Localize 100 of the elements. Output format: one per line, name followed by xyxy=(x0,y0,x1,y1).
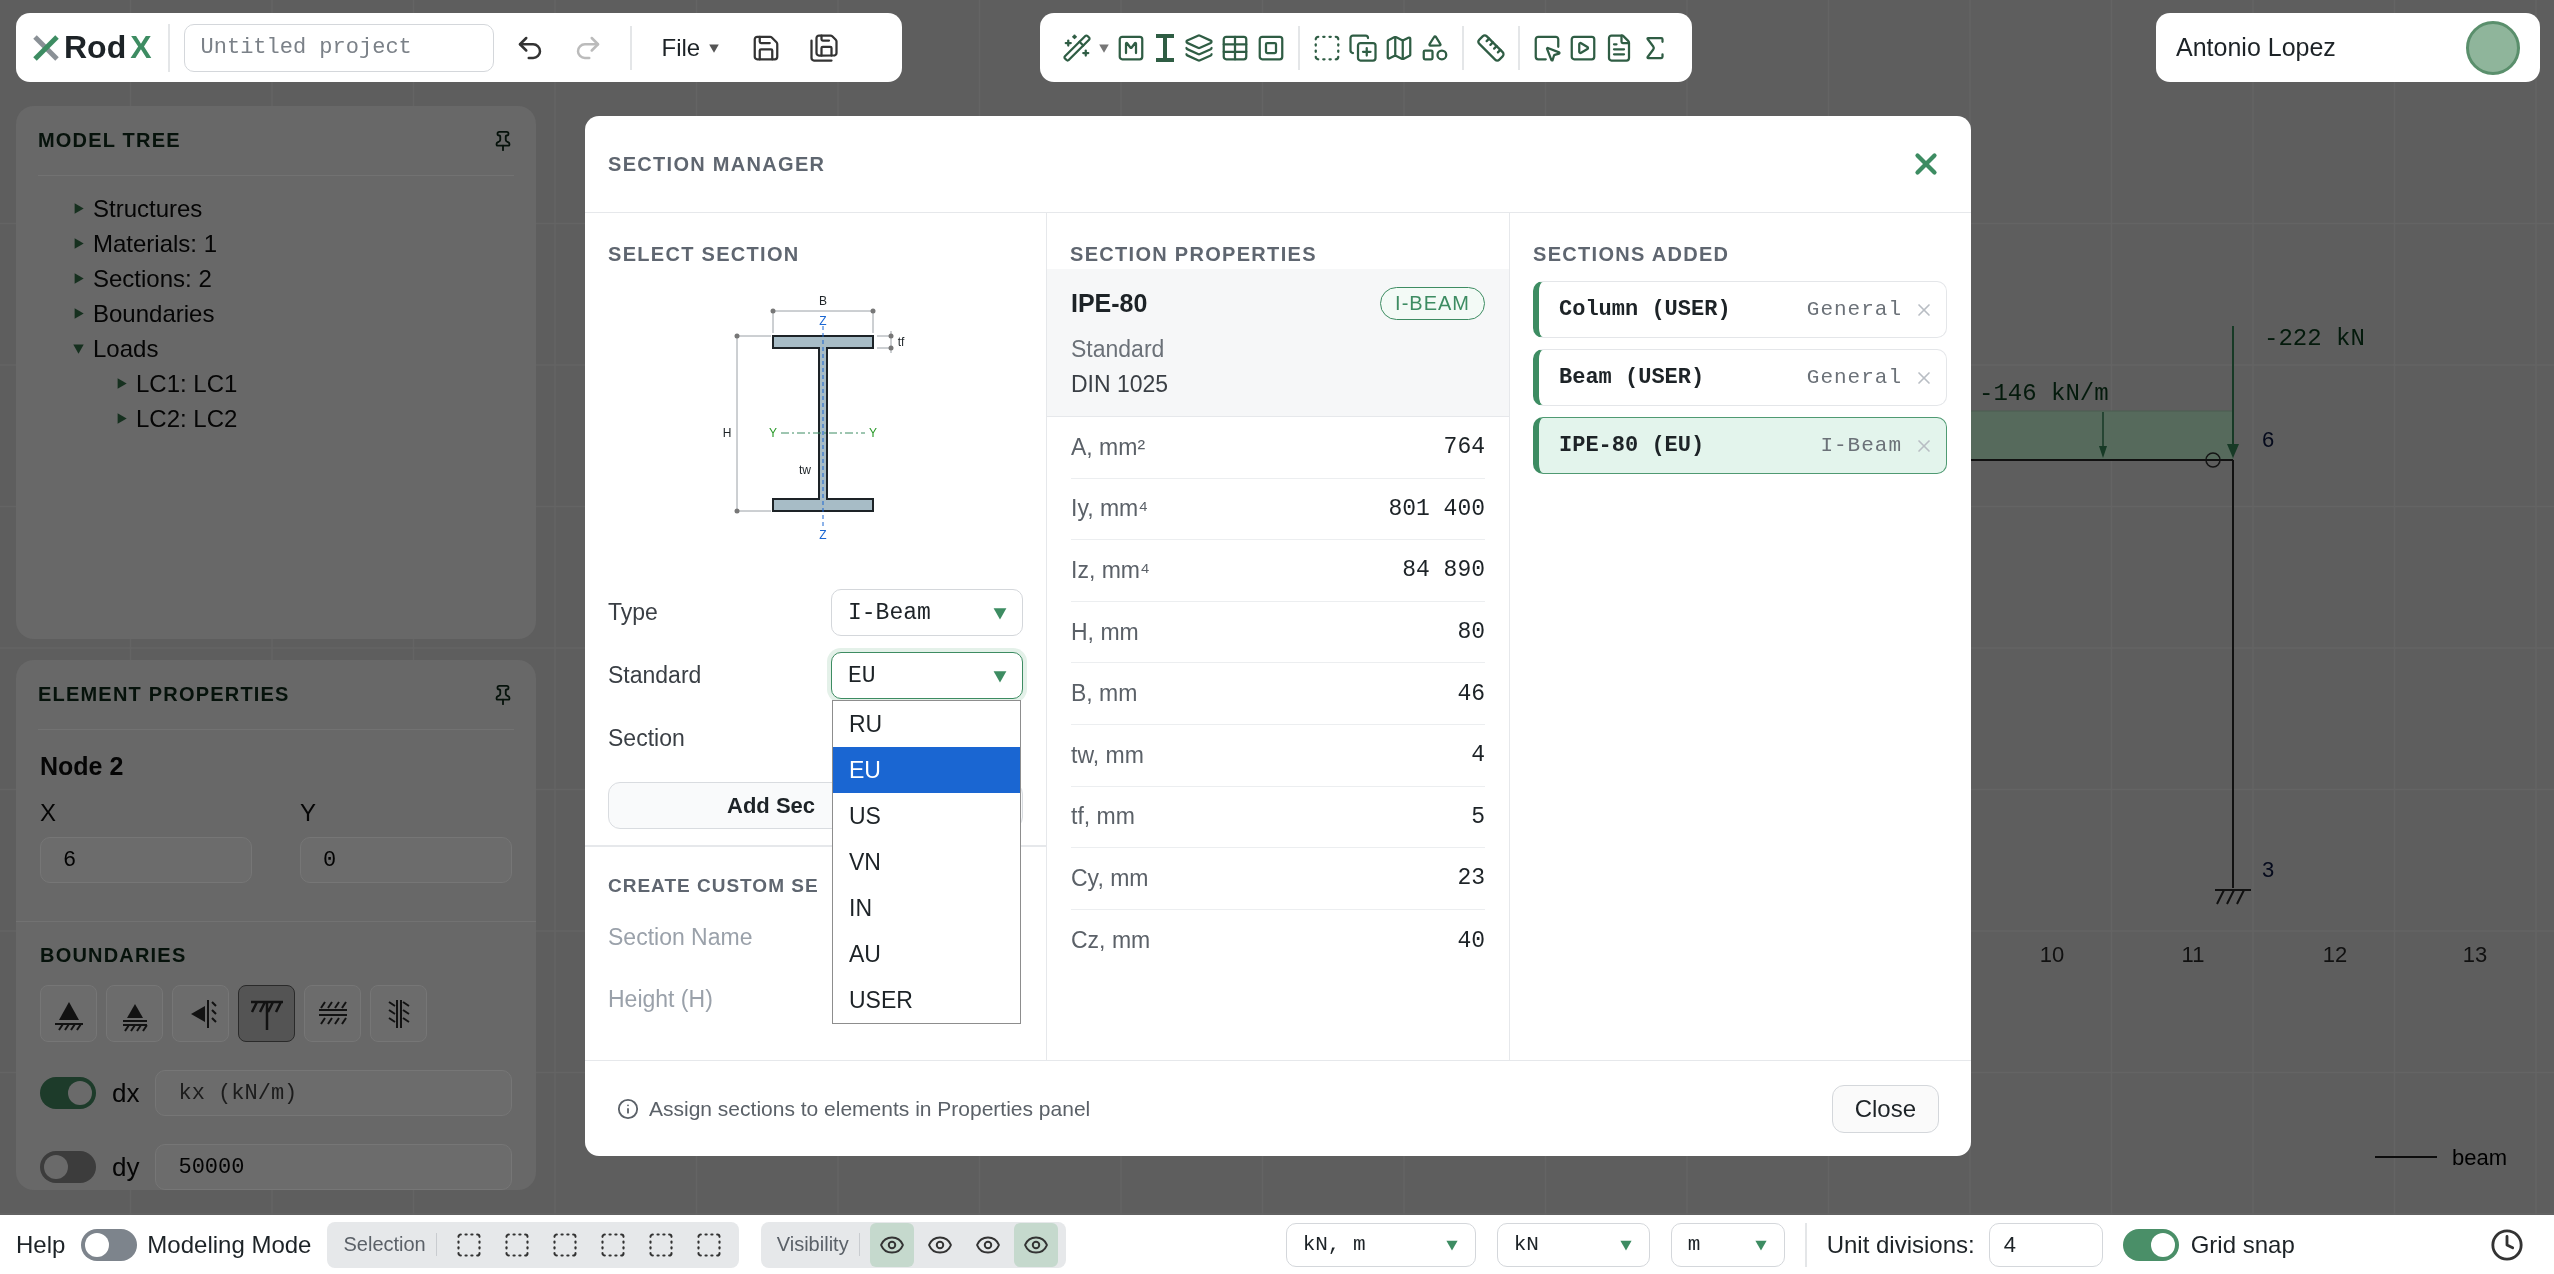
toggle-switch[interactable] xyxy=(81,1228,138,1261)
unit-select[interactable]: kN, m xyxy=(1285,1222,1476,1267)
tree-toggle[interactable] xyxy=(115,412,128,425)
legend-line xyxy=(2374,1156,2438,1158)
tree-toggle[interactable] xyxy=(72,272,85,285)
magic-wand-icon[interactable] xyxy=(1062,32,1092,63)
copy-plus-icon[interactable] xyxy=(1348,32,1378,63)
field-label: X xyxy=(40,799,57,827)
section-item-type: General xyxy=(1806,366,1902,389)
avatar[interactable] xyxy=(2466,20,2520,75)
clock-icon[interactable] xyxy=(2490,1227,2524,1262)
unit-divisions-field[interactable]: 4 xyxy=(1988,1222,2103,1267)
axis-tick: 12 xyxy=(2322,942,2348,967)
axis-tick: 11 xyxy=(2181,942,2205,967)
field-label: Type xyxy=(608,599,658,626)
dimension-label: tf xyxy=(897,335,905,349)
unit-select[interactable]: kN xyxy=(1496,1222,1650,1267)
toggle-switch[interactable] xyxy=(2122,1228,2179,1261)
caret-icon xyxy=(72,237,85,250)
tree-toggle[interactable] xyxy=(72,307,85,320)
section-title: BOUNDARIES xyxy=(40,944,188,967)
property-label: B, mm xyxy=(1071,680,1138,708)
dashed-square-icon xyxy=(550,1230,579,1259)
info-icon xyxy=(617,1097,639,1120)
property-value: 46 xyxy=(1457,680,1485,707)
tree-item[interactable]: LC1: LC1 xyxy=(136,369,238,398)
load-label: -222 kN xyxy=(2264,325,2365,352)
help-link[interactable]: Help xyxy=(16,1230,66,1259)
file-menu[interactable]: File xyxy=(651,33,731,62)
property-value: 5 xyxy=(1471,803,1485,830)
caret-icon xyxy=(115,377,128,390)
tree-item[interactable]: Structures xyxy=(93,194,203,223)
property-value: 84 890 xyxy=(1402,557,1485,584)
column-title: SELECT SECTION xyxy=(608,243,800,265)
tree-toggle[interactable] xyxy=(115,377,128,390)
coordinate-field[interactable]: 0 xyxy=(300,837,512,883)
axis-label: Z xyxy=(819,528,827,542)
support-button[interactable] xyxy=(106,985,163,1042)
ruler-icon[interactable] xyxy=(1476,32,1506,63)
section-item[interactable]: Beam (USER) General xyxy=(1533,349,1947,406)
tree-item[interactable]: Sections: 2 xyxy=(93,264,212,293)
shapes-icon[interactable] xyxy=(1420,32,1450,63)
axis-label: Y xyxy=(769,426,777,440)
toggle-label: Grid snap xyxy=(2190,1230,2295,1259)
dimension-label: B xyxy=(819,294,827,308)
type-badge: I-BEAM xyxy=(1380,287,1485,320)
dashed-square-icon xyxy=(646,1230,675,1259)
property-label: Iz, mm⁴ xyxy=(1071,557,1150,584)
support-button[interactable] xyxy=(238,985,295,1042)
close-button[interactable]: Close xyxy=(1831,1084,1939,1133)
axis-label: Y xyxy=(869,426,877,440)
support-button[interactable] xyxy=(304,985,361,1042)
tree-toggle[interactable] xyxy=(72,342,85,355)
toggle-label: dy xyxy=(112,1151,140,1183)
support-button[interactable] xyxy=(172,985,229,1042)
tree-item[interactable]: Loads xyxy=(93,334,159,363)
toggle-label: Modeling Mode xyxy=(147,1230,312,1259)
field-label: Unit divisions: xyxy=(1826,1230,1975,1259)
caret-icon xyxy=(1098,41,1110,54)
stiffness-field[interactable]: kx (kN/m) xyxy=(155,1070,512,1116)
stiffness-field[interactable]: 50000 xyxy=(155,1144,512,1190)
column-title: SECTIONS ADDED xyxy=(1533,243,1730,265)
load-label: -146 kN/m xyxy=(1979,380,2109,407)
tree-item[interactable]: LC2: LC2 xyxy=(136,404,238,433)
caret-icon xyxy=(115,412,128,425)
field-label: Height (H) xyxy=(608,986,713,1013)
node-label: 3 xyxy=(2262,857,2275,882)
dropdown-option[interactable]: EU xyxy=(833,747,1020,793)
visibility-button[interactable] xyxy=(1013,1222,1058,1267)
standard-value: DIN 1025 xyxy=(1071,371,1170,398)
layers-icon[interactable] xyxy=(1184,32,1214,63)
save-as-icon xyxy=(809,32,840,63)
tree-item[interactable]: Materials: 1 xyxy=(93,229,218,258)
visibility-button[interactable] xyxy=(869,1222,914,1267)
property-value: 80 xyxy=(1457,619,1485,646)
field-label: Section xyxy=(608,725,685,752)
support-button[interactable] xyxy=(370,985,427,1042)
toggle-switch[interactable] xyxy=(40,1077,96,1109)
type-select[interactable]: I-Beam xyxy=(831,589,1023,636)
support-icon xyxy=(2214,889,2252,905)
load-arrow xyxy=(2099,411,2107,458)
section-item[interactable]: Column (USER) General xyxy=(1533,281,1947,338)
section-item[interactable]: IPE-80 (EU) I-Beam xyxy=(1533,417,1947,474)
tree-item[interactable]: Boundaries xyxy=(93,299,215,328)
unit-select[interactable]: m xyxy=(1670,1222,1785,1267)
tree-toggle[interactable] xyxy=(72,202,85,215)
support-button[interactable] xyxy=(40,985,97,1042)
toggle-switch[interactable] xyxy=(40,1151,96,1183)
footer-note: Assign sections to elements in Properties panel xyxy=(649,1096,1091,1121)
coordinate-field[interactable]: 6 xyxy=(40,837,252,883)
legend-label: beam xyxy=(2452,1145,2508,1170)
caret-icon xyxy=(72,272,85,285)
tree-toggle[interactable] xyxy=(72,237,85,250)
section-item-type: I-Beam xyxy=(1820,434,1902,457)
toggle-label: dx xyxy=(112,1077,140,1109)
project-name-field[interactable]: Untitled project xyxy=(183,23,494,72)
panel-title: ELEMENT PROPERTIES xyxy=(38,683,290,706)
node-label: 6 xyxy=(2262,427,2275,452)
property-label: H, mm xyxy=(1071,618,1139,646)
dialog-title: SECTION MANAGER xyxy=(608,152,826,176)
